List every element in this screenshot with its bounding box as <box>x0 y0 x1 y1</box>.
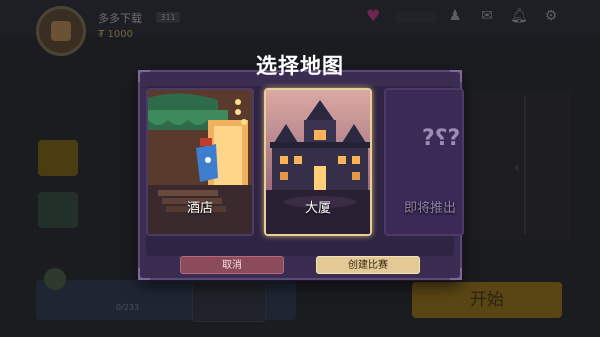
cancel-button[interactable]: 取消 <box>180 256 284 274</box>
corner-decoration <box>450 268 462 280</box>
map-label-coming-soon: 即将推出 <box>404 201 457 216</box>
corner-decoration <box>138 268 150 280</box>
coin-balance: ₮ 1000 <box>98 29 133 40</box>
create-match-button[interactable]: 创建比赛 <box>316 256 420 274</box>
avatar-face <box>51 21 71 41</box>
heart-icon: ♥ <box>366 6 381 25</box>
map-card-coming-soon: ?⸮? 即将推出 <box>384 88 464 236</box>
side-button[interactable] <box>38 192 78 228</box>
chevron-left-icon[interactable]: ‹ <box>514 160 520 176</box>
player-name: 多多下载 <box>98 12 142 25</box>
start-button[interactable]: 开始 <box>412 282 562 318</box>
map-card-mansion[interactable]: 大厦 <box>264 88 372 236</box>
settings-icon[interactable]: ⚙ <box>542 8 560 24</box>
progress-text: 0/233 <box>116 303 140 312</box>
heart-count <box>396 11 436 23</box>
divider <box>524 96 526 234</box>
bottom-mid-slot[interactable] <box>192 282 266 322</box>
dialog-title: 选择地图 <box>256 54 344 78</box>
bottom-badge <box>44 268 66 290</box>
map-card-hotel[interactable]: 酒店 <box>146 88 254 236</box>
coin-amount: 1000 <box>107 29 133 40</box>
player-level: 311 <box>156 12 180 23</box>
mail-icon[interactable]: ✉ <box>478 8 496 24</box>
question-mark-icon: ?⸮? <box>422 126 461 151</box>
shop-button[interactable] <box>38 140 78 176</box>
notification-icon[interactable]: 🔔︎ <box>510 8 528 24</box>
character-icon[interactable]: ♟ <box>446 8 464 24</box>
right-panel: ‹ <box>470 90 570 240</box>
avatar[interactable] <box>36 6 86 56</box>
map-label-hotel: 酒店 <box>186 201 213 216</box>
map-label-mansion: 大厦 <box>304 201 331 216</box>
